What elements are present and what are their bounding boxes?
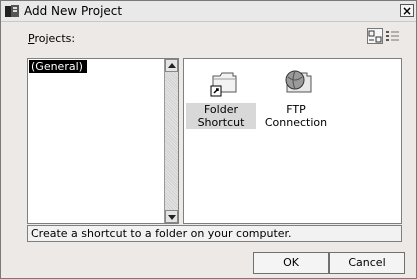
scroll-down-button[interactable] (165, 210, 178, 223)
tree-item-general[interactable]: (General) (29, 60, 87, 73)
arrow-down-icon (168, 215, 176, 220)
list-view-button[interactable] (385, 28, 401, 44)
large-icons-view-icon (368, 30, 382, 43)
projects-tree[interactable]: (General) (27, 58, 179, 224)
app-icon (5, 5, 19, 17)
description-bar: Create a shortcut to a folder on your co… (27, 225, 402, 242)
list-view-icon (386, 31, 399, 41)
template-folder-shortcut[interactable]: Folder Shortcut (186, 66, 256, 129)
ok-button[interactable]: OK (253, 252, 329, 274)
template-ftp-connection[interactable]: FTP Connection (261, 66, 331, 136)
projects-label: Projects: (28, 32, 76, 45)
scroll-up-button[interactable] (165, 59, 178, 72)
add-new-project-dialog: Add New Project × Projects: (General) Fo… (0, 0, 417, 279)
close-button[interactable]: × (400, 4, 414, 17)
template-label-ftp-connection: FTP Connection (264, 103, 328, 129)
cancel-button[interactable]: Cancel (329, 252, 405, 274)
template-label-folder-shortcut: Folder Shortcut (186, 103, 256, 129)
projects-scrollbar[interactable] (164, 59, 178, 223)
dialog-title: Add New Project (24, 4, 123, 18)
templates-list[interactable]: Folder Shortcut FTP Connection (183, 58, 402, 224)
ftp-connection-icon (285, 70, 312, 93)
arrow-up-icon (168, 63, 176, 68)
close-icon: × (401, 4, 413, 18)
title-bar[interactable]: Add New Project × (1, 1, 416, 22)
large-icons-view-button[interactable] (367, 28, 383, 44)
folder-shortcut-icon (210, 72, 237, 97)
